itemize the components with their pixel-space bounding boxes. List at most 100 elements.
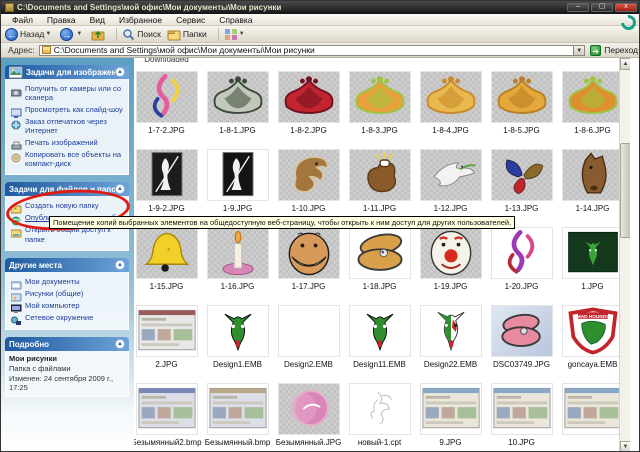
file-thumbnail-lotus[interactable] bbox=[206, 71, 269, 123]
file-label[interactable]: 1-14.JPG bbox=[576, 204, 610, 213]
file-thumbnail-lotus[interactable] bbox=[277, 71, 340, 123]
file-label[interactable]: 1-8-4.JPG bbox=[432, 126, 468, 135]
file-thumbnail-profile[interactable] bbox=[206, 149, 269, 201]
file-thumbnail-oyster[interactable] bbox=[348, 227, 411, 279]
file-label[interactable]: 1-8-1.JPG bbox=[219, 126, 255, 135]
forward-dropdown-icon[interactable]: ▼ bbox=[76, 31, 82, 37]
file-item[interactable]: 10.JPG bbox=[486, 383, 557, 451]
close-button[interactable]: x bbox=[615, 3, 637, 12]
file-item[interactable]: Design11.EMB bbox=[344, 305, 415, 383]
address-dropdown-button[interactable]: ▼ bbox=[574, 44, 586, 56]
file-label[interactable]: 1-12.JPG bbox=[434, 204, 468, 213]
file-thumbnail-screenshot[interactable] bbox=[561, 383, 624, 435]
file-thumbnail-devil[interactable] bbox=[348, 305, 411, 357]
file-item[interactable]: 1-7-2.JPG bbox=[134, 71, 202, 149]
file-thumbnail-sketch[interactable] bbox=[348, 383, 411, 435]
file-thumbnail-screenshot[interactable] bbox=[135, 305, 198, 357]
title-bar[interactable]: C:\Documents and Settings\мой офис\Мои д… bbox=[1, 1, 639, 14]
task-link[interactable]: Копировать все объекты на компакт-диск bbox=[9, 150, 126, 169]
file-label[interactable]: 1-7-2.JPG bbox=[148, 126, 184, 135]
file-thumbnail-clown[interactable] bbox=[419, 227, 482, 279]
chevron-up-icon[interactable]: ▲ bbox=[115, 67, 125, 77]
file-item[interactable]: новый-1.cpt bbox=[344, 383, 415, 451]
file-item[interactable]: 1-8-6.JPG bbox=[557, 71, 628, 149]
panel-header-details[interactable]: Подробно ▲ bbox=[5, 337, 129, 351]
task-link[interactable]: Сетевое окружение bbox=[9, 313, 126, 325]
file-label[interactable]: Design1.EMB bbox=[213, 360, 262, 369]
file-item[interactable]: 1-16.JPG bbox=[202, 227, 273, 305]
task-link[interactable]: Рисунки (общие) bbox=[9, 289, 126, 302]
file-item[interactable]: Безымянный.bmp bbox=[202, 383, 273, 451]
address-input[interactable]: C:\Documents and Settings\мой офис\Мои д… bbox=[38, 44, 575, 56]
file-item[interactable]: 1-8-5.JPG bbox=[486, 71, 557, 149]
menu-item-3[interactable]: Вид bbox=[83, 15, 112, 25]
panel-header-other_places[interactable]: Другие места ▲ bbox=[5, 258, 129, 272]
back-dropdown-icon[interactable]: ▼ bbox=[45, 31, 51, 37]
file-item[interactable]: 1-19.JPG bbox=[415, 227, 486, 305]
file-label[interactable]: 1-19.JPG bbox=[434, 282, 468, 291]
menu-item-4[interactable]: Избранное bbox=[112, 15, 169, 25]
scrollbar-thumb[interactable] bbox=[620, 143, 630, 238]
file-label[interactable]: 10.JPG bbox=[508, 438, 535, 447]
file-label[interactable]: Design2.EMB bbox=[284, 360, 333, 369]
file-label[interactable]: 1-11.JPG bbox=[363, 204, 396, 213]
file-item[interactable] bbox=[557, 383, 628, 451]
file-thumbnail-devil[interactable] bbox=[206, 305, 269, 357]
file-thumbnail-bell[interactable] bbox=[135, 227, 198, 279]
up-button[interactable] bbox=[91, 28, 105, 41]
file-thumbnail-screenshot[interactable] bbox=[135, 383, 198, 435]
file-label[interactable]: DSC03749.JPG bbox=[493, 360, 550, 369]
file-thumbnail-shield[interactable]: MAD HOUNDS bbox=[561, 305, 624, 357]
file-label[interactable]: 1-15.JPG bbox=[150, 282, 184, 291]
file-item[interactable]: 1-8-4.JPG bbox=[415, 71, 486, 149]
file-item[interactable]: 1-8-1.JPG bbox=[202, 71, 273, 149]
file-label[interactable]: 1-13.JPG bbox=[505, 204, 539, 213]
file-label[interactable]: 1-10.JPG bbox=[292, 204, 326, 213]
scroll-up-button[interactable]: ▲ bbox=[620, 58, 630, 70]
task-link[interactable]: Просмотреть как слайд-шоу bbox=[9, 105, 126, 118]
file-thumbnail-blank[interactable] bbox=[277, 305, 340, 357]
file-label[interactable]: Безымянный2.bmp bbox=[134, 438, 202, 447]
file-item[interactable]: 1.JPG bbox=[557, 227, 628, 305]
maximize-button[interactable]: ▢ bbox=[591, 3, 613, 12]
file-label[interactable]: 1-8-2.JPG bbox=[290, 126, 326, 135]
file-thumbnail-swirl[interactable] bbox=[490, 227, 553, 279]
vertical-scrollbar[interactable]: ▲ ▼ bbox=[619, 58, 630, 451]
task-link[interactable]: Мои документы bbox=[9, 277, 126, 290]
file-item[interactable]: 1-17.JPG bbox=[273, 227, 344, 305]
file-label[interactable]: 1-20.JPG bbox=[505, 282, 539, 291]
file-label[interactable]: 9.JPG bbox=[439, 438, 461, 447]
file-item[interactable]: DSC03749.JPG bbox=[486, 305, 557, 383]
file-item[interactable]: Безымянный.JPG bbox=[273, 383, 344, 451]
file-label[interactable]: Безымянный.JPG bbox=[276, 438, 342, 447]
search-button[interactable]: Поиск bbox=[122, 28, 161, 41]
menu-item-6[interactable]: Справка bbox=[212, 15, 259, 25]
file-thumbnail-profile[interactable] bbox=[135, 149, 198, 201]
file-item[interactable]: 1-8-3.JPG bbox=[344, 71, 415, 149]
chevron-up-icon[interactable]: ▲ bbox=[115, 184, 125, 195]
file-thumbnail-swirl[interactable] bbox=[135, 71, 198, 123]
file-item[interactable]: 1-8-2.JPG bbox=[273, 71, 344, 149]
file-thumbnail-screenshot[interactable] bbox=[490, 383, 553, 435]
go-button[interactable]: ➜ Переход bbox=[590, 44, 638, 56]
file-item[interactable]: MAD HOUNDS goncaya.EMB bbox=[557, 305, 628, 383]
file-label[interactable]: новый-1.cpt bbox=[358, 438, 401, 447]
file-thumbnail-lotus[interactable] bbox=[419, 71, 482, 123]
scroll-down-button[interactable]: ▼ bbox=[620, 441, 630, 451]
file-label[interactable]: 1-9-2.JPG bbox=[148, 204, 184, 213]
file-label[interactable]: 1-18.JPG bbox=[363, 282, 397, 291]
menu-item-2[interactable]: Правка bbox=[40, 15, 83, 25]
file-thumbnail-wolf[interactable] bbox=[419, 305, 482, 357]
file-label[interactable]: Безымянный.bmp bbox=[205, 438, 271, 447]
file-label[interactable]: 1-17.JPG bbox=[292, 282, 326, 291]
chevron-up-icon[interactable]: ▲ bbox=[115, 260, 125, 270]
file-label[interactable]: 2.JPG bbox=[155, 360, 177, 369]
menu-item-1[interactable]: Файл bbox=[5, 15, 40, 25]
file-thumbnail-screenshot[interactable] bbox=[419, 383, 482, 435]
file-thumbnail-lotus[interactable] bbox=[561, 71, 624, 123]
file-item[interactable]: Design1.EMB bbox=[202, 305, 273, 383]
task-link[interactable]: Получить от камеры или со сканера bbox=[9, 84, 126, 103]
file-thumbnail-lotus[interactable] bbox=[490, 71, 553, 123]
menu-item-5[interactable]: Сервис bbox=[169, 15, 212, 25]
file-label[interactable]: Design22.EMB bbox=[424, 360, 477, 369]
